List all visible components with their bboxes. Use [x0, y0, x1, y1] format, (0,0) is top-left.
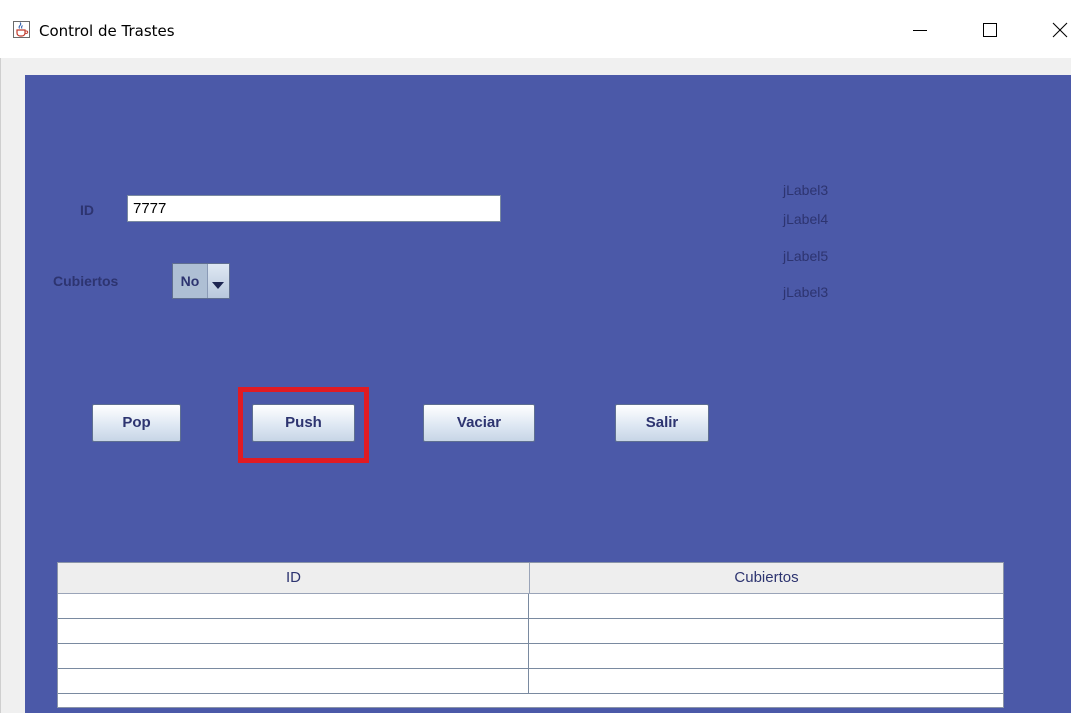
window-frame-edge: [0, 58, 9, 713]
table-cell-cubiertos[interactable]: [530, 669, 1003, 693]
java-cup-icon: [13, 21, 30, 38]
vaciar-button[interactable]: Vaciar: [423, 404, 535, 442]
table-cell-id[interactable]: [58, 594, 529, 618]
close-button[interactable]: [1036, 10, 1071, 50]
jlabel3-top: jLabel3: [783, 182, 829, 198]
maximize-button[interactable]: [966, 10, 1016, 50]
table-cell-cubiertos[interactable]: [530, 644, 1003, 668]
column-header-cubiertos[interactable]: Cubiertos: [530, 563, 1003, 593]
table-cell-id[interactable]: [58, 644, 529, 668]
table-row[interactable]: [58, 594, 1003, 619]
table-row[interactable]: [58, 644, 1003, 669]
jlabel4: jLabel4: [783, 211, 829, 227]
minimize-button[interactable]: [896, 10, 946, 50]
table-cell-cubiertos[interactable]: [530, 594, 1003, 618]
table-header: ID Cubiertos: [58, 563, 1003, 594]
column-header-id[interactable]: ID: [58, 563, 530, 593]
jlabel5: jLabel5: [783, 248, 829, 264]
push-button-highlight: [238, 387, 369, 463]
pop-button[interactable]: Pop: [92, 404, 181, 442]
table-row[interactable]: [58, 619, 1003, 644]
id-input[interactable]: [127, 195, 501, 222]
trastes-table[interactable]: ID Cubiertos: [57, 562, 1004, 708]
id-label: ID: [80, 202, 94, 218]
cubiertos-selected-value: No: [173, 264, 208, 298]
window-title: Control de Trastes: [39, 22, 175, 40]
application-window: Control de Trastes ID Cubiertos No: [0, 0, 1071, 713]
table-cell-id[interactable]: [58, 619, 529, 643]
cubiertos-dropdown[interactable]: No: [172, 263, 230, 299]
salir-button[interactable]: Salir: [615, 404, 709, 442]
maximize-icon: [983, 23, 997, 37]
cubiertos-label: Cubiertos: [53, 273, 119, 289]
chevron-down-icon: [211, 277, 225, 295]
table-cell-cubiertos[interactable]: [530, 619, 1003, 643]
table-row[interactable]: [58, 669, 1003, 694]
close-icon: [1052, 22, 1068, 38]
table-cell-id[interactable]: [58, 669, 529, 693]
jlabel3-bottom: jLabel3: [783, 284, 829, 300]
main-panel: ID Cubiertos No jLabel3 jLabel4 jLabel5 …: [25, 75, 1071, 713]
title-bar[interactable]: Control de Trastes: [0, 0, 1071, 58]
minimize-icon: [913, 30, 927, 31]
